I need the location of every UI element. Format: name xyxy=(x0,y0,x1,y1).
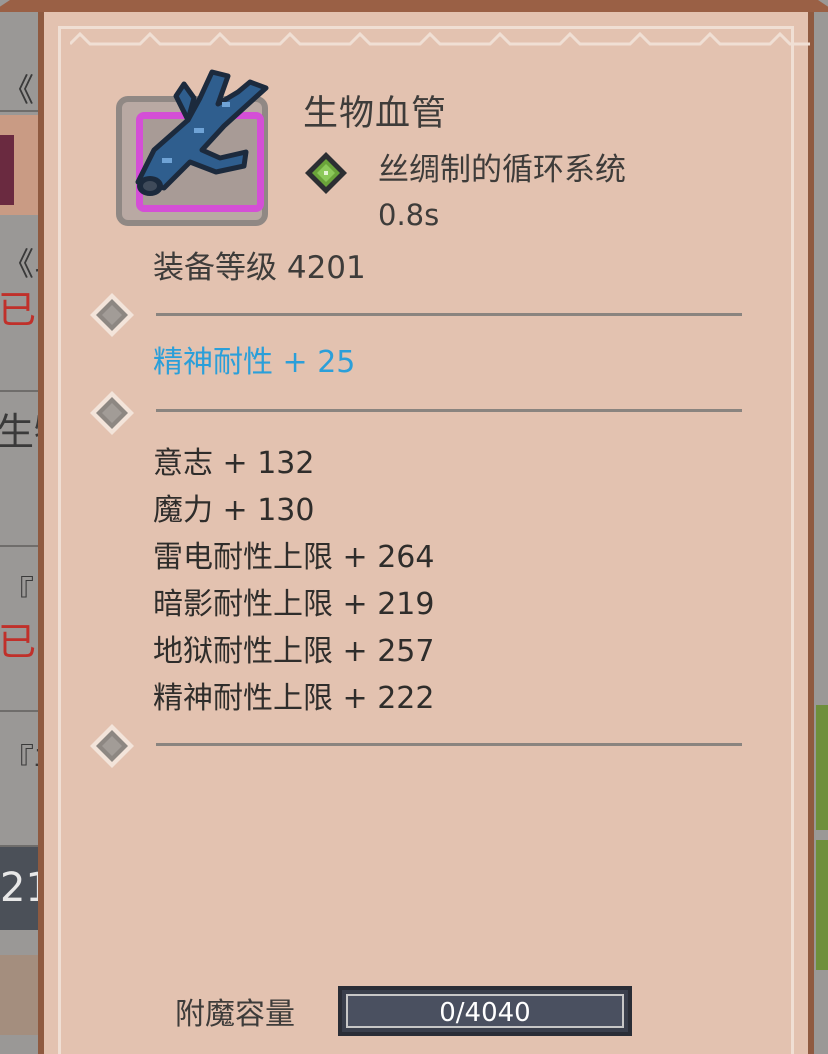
divider-diamond-icon xyxy=(90,293,134,337)
stat-line: 意志 + 132 xyxy=(153,446,315,481)
background-right-green-edge xyxy=(816,840,828,970)
tooltip-roof-decoration xyxy=(0,0,828,12)
item-cooldown: 0.8s xyxy=(378,198,440,232)
stat-line: 暗影耐性上限 + 219 xyxy=(153,587,435,622)
section-divider xyxy=(156,743,742,746)
item-name: 生物血管 xyxy=(303,94,448,134)
section-divider xyxy=(156,313,742,316)
divider-diamond-icon xyxy=(90,724,134,768)
background-right-green-edge xyxy=(816,705,828,830)
stat-line: 精神耐性上限 + 222 xyxy=(153,681,435,716)
enchant-capacity-label: 附魔容量 xyxy=(175,997,295,1032)
equip-level: 装备等级 4201 xyxy=(153,250,366,286)
section-divider xyxy=(156,409,742,412)
enchant-bar-track: 0/4040 xyxy=(346,994,624,1028)
primary-stat: 精神耐性 + 25 xyxy=(153,345,356,380)
set-gem-icon xyxy=(305,152,347,194)
enchant-capacity-value: 0/4040 xyxy=(439,998,531,1028)
background-card-accent xyxy=(0,135,14,205)
background-text-fragment: 《 xyxy=(2,71,35,109)
divider-diamond-icon xyxy=(90,391,134,435)
stat-line: 魔力 + 130 xyxy=(153,493,315,528)
enchant-capacity-bar: 0/4040 xyxy=(338,986,632,1036)
stat-line: 地狱耐性上限 + 257 xyxy=(153,634,435,669)
item-set-name: 丝绸制的循环系统 xyxy=(378,152,626,188)
tooltip-zigzag-trim xyxy=(70,31,810,46)
blood-vessel-branch-icon xyxy=(135,69,269,196)
background-bottom-box xyxy=(0,955,40,1035)
background-text-fragment: 『 xyxy=(2,573,35,611)
stat-list: 意志 + 132 魔力 + 130 雷电耐性上限 + 264 暗影耐性上限 + … xyxy=(153,440,434,722)
stat-line: 雷电耐性上限 + 264 xyxy=(153,540,435,575)
